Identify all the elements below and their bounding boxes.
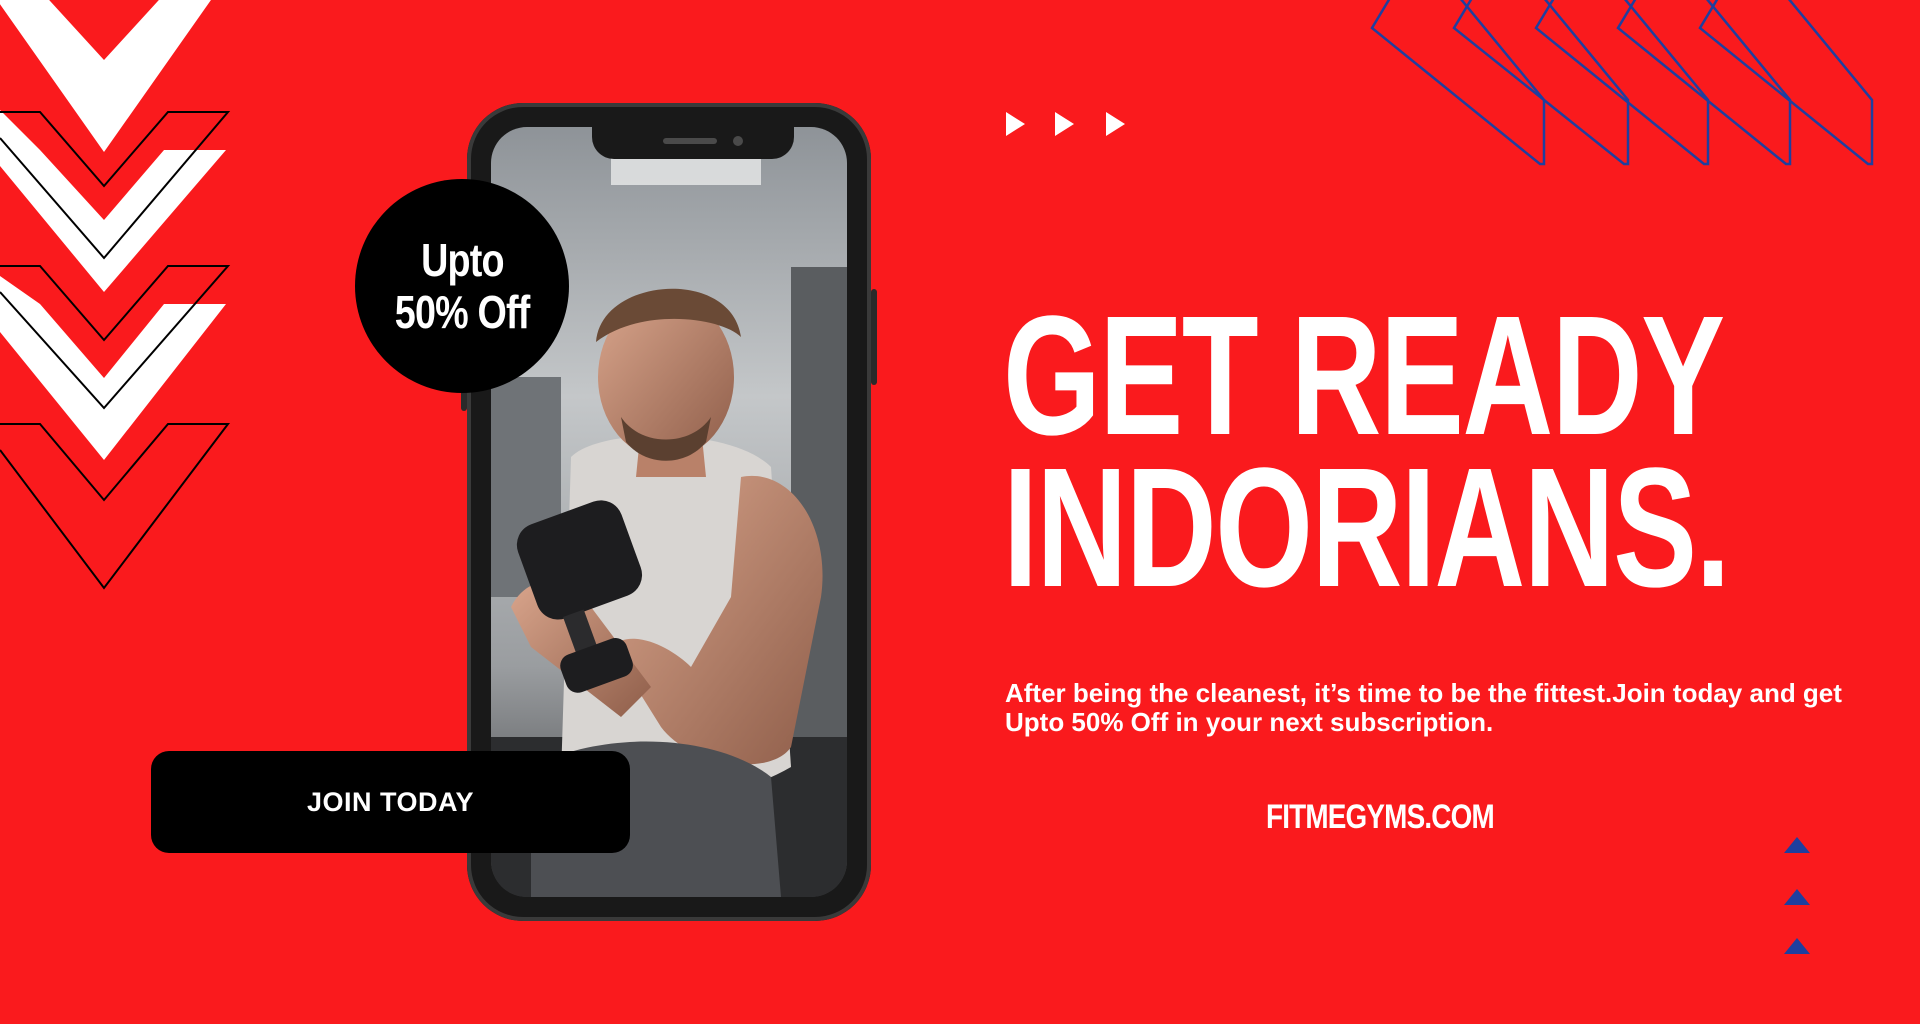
promo-banner: Upto 50% Off JOIN TODAY GET READY INDORI… [0, 0, 1920, 1024]
website-text: FITMEGYMS.COM [1266, 798, 1495, 836]
website-link[interactable]: FITMEGYMS.COM [1200, 798, 1560, 837]
phone-power-button [871, 289, 877, 385]
headline: GET READY INDORIANS. [1003, 281, 1731, 623]
phone-notch [592, 127, 794, 159]
headline-line2: INDORIANS. [1003, 433, 1731, 623]
join-today-button[interactable]: JOIN TODAY [151, 751, 630, 853]
phone-speaker [663, 138, 717, 144]
phone-camera [733, 136, 743, 146]
headline-line1: GET READY [1003, 281, 1725, 471]
offer-badge-line1: Upto [420, 234, 504, 286]
promo-description: After being the cleanest, it’s time to b… [1005, 678, 1842, 737]
offer-badge: Upto 50% Off [355, 179, 569, 393]
offer-badge-line2: 50% Off [394, 286, 531, 338]
